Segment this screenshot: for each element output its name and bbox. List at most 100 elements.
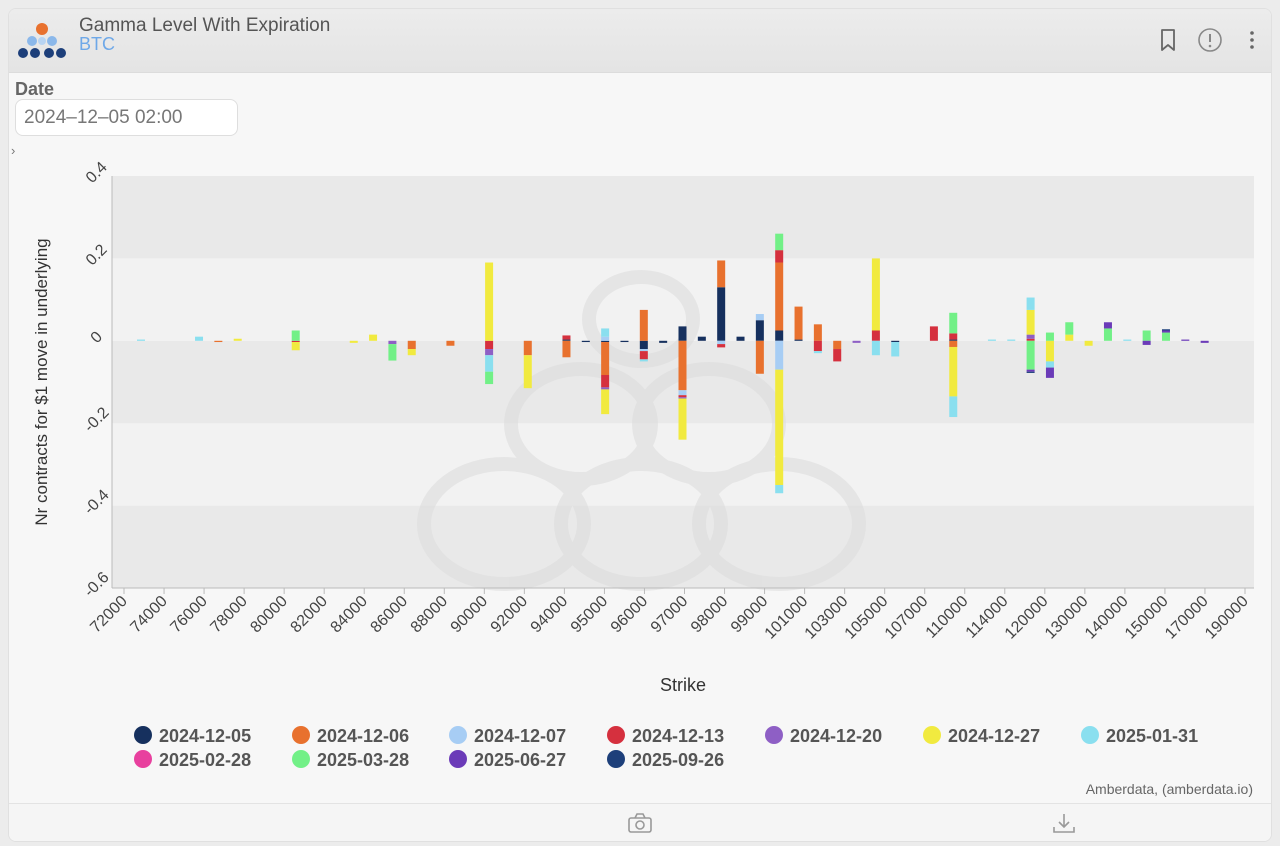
chart-card: Gamma Level With Expiration BTC Date › 0… bbox=[8, 8, 1272, 842]
bar-segment bbox=[388, 340, 397, 345]
y-tick-label: 0 bbox=[88, 328, 106, 346]
legend-label: 2024-12-13 bbox=[632, 726, 724, 746]
y-axis-label: Nr contracts for $1 move in underlying bbox=[32, 238, 51, 525]
x-tick-label: 86000 bbox=[368, 593, 412, 637]
bar-segment bbox=[871, 258, 880, 331]
x-tick-label: 97000 bbox=[648, 593, 692, 637]
bar-segment bbox=[833, 340, 842, 350]
x-tick-label: 90000 bbox=[448, 593, 492, 637]
bar-segment bbox=[1026, 369, 1035, 372]
bar-segment bbox=[523, 355, 532, 389]
bar-segment bbox=[639, 349, 648, 352]
bar-segment bbox=[949, 312, 958, 334]
legend-swatch bbox=[923, 726, 941, 744]
bar-segment bbox=[949, 333, 958, 340]
bar-segment bbox=[369, 334, 378, 341]
bar-segment bbox=[775, 262, 784, 331]
x-tick-label: 84000 bbox=[328, 593, 372, 637]
bar-segment bbox=[137, 339, 145, 341]
bar-segment bbox=[601, 342, 610, 375]
bar-segment bbox=[775, 369, 784, 485]
x-tick-label: 98000 bbox=[688, 593, 732, 637]
bar-segment bbox=[678, 398, 687, 440]
x-tick-label: 190000 bbox=[1202, 593, 1252, 643]
bar-segment bbox=[1161, 330, 1170, 333]
bar-segment bbox=[678, 340, 687, 391]
bar-segment bbox=[1161, 329, 1170, 331]
legend-swatch bbox=[607, 726, 625, 744]
legend-label: 2025-02-28 bbox=[159, 750, 251, 770]
bar-segment bbox=[1161, 332, 1170, 341]
bar-segment bbox=[639, 351, 648, 360]
bar-segment bbox=[1065, 322, 1074, 335]
camera-icon[interactable] bbox=[627, 812, 653, 834]
x-tick-label: 96000 bbox=[608, 593, 652, 637]
bar-segment bbox=[1045, 340, 1054, 362]
download-icon[interactable] bbox=[1051, 812, 1077, 834]
grid-band bbox=[112, 176, 1254, 259]
bar-segment bbox=[949, 340, 958, 347]
bar-segment bbox=[407, 340, 416, 350]
bar-segment bbox=[755, 314, 764, 321]
bar-segment bbox=[794, 339, 803, 341]
x-tick-label: 103000 bbox=[802, 593, 852, 643]
y-tick-label: -0.4 bbox=[81, 487, 113, 519]
bar-segment bbox=[639, 340, 648, 350]
bar-segment bbox=[485, 355, 494, 372]
bar-segment bbox=[601, 328, 610, 337]
legend-item: 2024-12-27 bbox=[923, 726, 1040, 746]
y-tick-label: -0.2 bbox=[81, 404, 113, 436]
bar-segment bbox=[775, 485, 784, 494]
bar-segment bbox=[833, 349, 842, 362]
x-tick-label: 94000 bbox=[528, 593, 572, 637]
legend-swatch bbox=[292, 750, 310, 768]
bar-segment bbox=[1007, 339, 1016, 341]
legend-label: 2024-12-20 bbox=[790, 726, 882, 746]
x-tick-label: 80000 bbox=[247, 593, 291, 637]
x-tick-label: 76000 bbox=[167, 593, 211, 637]
legend-item: 2025-02-28 bbox=[134, 750, 251, 770]
bar-segment bbox=[775, 233, 784, 251]
legend-item: 2024-12-07 bbox=[449, 726, 566, 746]
bar-segment bbox=[1026, 338, 1035, 341]
bar-segment bbox=[1142, 330, 1151, 341]
legend-label: 2024-12-06 bbox=[317, 726, 409, 746]
x-tick-label: 107000 bbox=[882, 593, 932, 643]
bar-segment bbox=[349, 340, 358, 343]
bar-segment bbox=[291, 330, 300, 341]
x-tick-label: 82000 bbox=[288, 593, 332, 637]
x-tick-label: 88000 bbox=[408, 593, 452, 637]
legend-item: 2025-06-27 bbox=[449, 750, 566, 770]
y-tick-label: 0.4 bbox=[83, 159, 111, 187]
bar-segment bbox=[291, 342, 300, 351]
legend-label: 2025-06-27 bbox=[474, 750, 566, 770]
bar-segment bbox=[562, 335, 571, 340]
bar-segment bbox=[601, 389, 610, 415]
bar-segment bbox=[678, 390, 687, 396]
legend-item: 2024-12-06 bbox=[292, 726, 409, 746]
bar-segment bbox=[523, 340, 532, 356]
x-tick-label: 140000 bbox=[1082, 593, 1132, 643]
x-tick-label: 120000 bbox=[1002, 593, 1052, 643]
bar-segment bbox=[929, 326, 938, 341]
legend-swatch bbox=[134, 726, 152, 744]
chart-footer bbox=[9, 803, 1271, 841]
bar-segment bbox=[485, 340, 494, 350]
bar-segment bbox=[233, 338, 242, 341]
bar-segment bbox=[1026, 309, 1035, 335]
bar-segment bbox=[813, 351, 822, 354]
bar-segment bbox=[485, 371, 494, 385]
bar-segment bbox=[755, 340, 764, 374]
x-tick-label: 110000 bbox=[923, 593, 972, 642]
x-tick-label: 105000 bbox=[842, 593, 892, 643]
bar-segment bbox=[601, 387, 610, 390]
x-tick-label: 101000 bbox=[762, 593, 812, 643]
bar-segment bbox=[1045, 367, 1054, 378]
legend-swatch bbox=[607, 750, 625, 768]
legend-swatch bbox=[292, 726, 310, 744]
legend-label: 2025-09-26 bbox=[632, 750, 724, 770]
bar-segment bbox=[388, 344, 397, 361]
bar-segment bbox=[717, 340, 726, 345]
x-tick-label: 130000 bbox=[1042, 593, 1092, 643]
legend-swatch bbox=[765, 726, 783, 744]
